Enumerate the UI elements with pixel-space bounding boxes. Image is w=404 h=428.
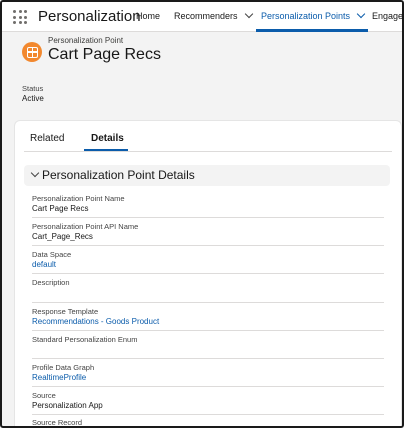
nav-item-personalization-points[interactable]: Personalization Points — [261, 9, 366, 21]
tab-details[interactable]: Details — [91, 133, 124, 144]
app-window: Personalization Home Recommenders Person… — [0, 0, 404, 428]
nav-item-home[interactable]: Home — [136, 11, 160, 21]
app-name: Personalization — [38, 8, 141, 25]
status-value: Active — [22, 94, 44, 103]
field-api-name: Personalization Point API Name Cart_Page… — [32, 222, 384, 246]
field-label: Data Space — [32, 250, 72, 259]
nav-item-recommenders[interactable]: Recommenders — [174, 9, 253, 21]
field-standard-personalization-enum: Standard Personalization Enum — [32, 335, 384, 359]
active-nav-indicator — [256, 29, 368, 32]
tabs-divider — [24, 151, 392, 152]
status-label: Status — [22, 84, 44, 93]
field-label: Personalization Point Name — [32, 194, 125, 203]
field-description: Description — [32, 278, 384, 303]
field-label: Personalization Point API Name — [32, 222, 139, 231]
field-label: Profile Data Graph — [32, 363, 95, 372]
personalization-point-icon — [22, 42, 42, 62]
field-divider — [32, 273, 384, 274]
record-title: Cart Page Recs — [48, 46, 161, 63]
field-profile-data-graph: Profile Data Graph RealtimeProfile — [32, 363, 384, 387]
field-response-template: Response Template Recommendations - Good… — [32, 307, 384, 331]
field-label: Standard Personalization Enum — [32, 335, 138, 344]
active-tab-indicator — [84, 149, 128, 151]
chevron-down-icon[interactable] — [30, 168, 40, 178]
field-divider — [32, 217, 384, 218]
field-label: Source — [32, 391, 56, 400]
tab-related[interactable]: Related — [30, 133, 64, 144]
field-divider — [32, 414, 384, 415]
field-value: Cart Page Recs — [32, 204, 89, 213]
nav-item-label: Personalization Points — [261, 11, 351, 21]
field-value — [32, 345, 384, 356]
record-object-type: Personalization Point — [48, 36, 124, 45]
nav-item-label: Recommenders — [174, 11, 238, 21]
nav-item-label: Home — [136, 11, 161, 21]
field-data-space: Data Space default — [32, 250, 384, 274]
field-divider — [32, 358, 384, 359]
field-divider — [32, 330, 384, 331]
field-source-record: Source Record — [32, 418, 384, 427]
field-label: Source Record — [32, 418, 83, 427]
field-divider — [32, 386, 384, 387]
field-label: Response Template — [32, 307, 99, 316]
field-label: Description — [32, 278, 70, 287]
top-navigation-bar: Personalization Home Recommenders Person… — [2, 2, 402, 32]
field-value: Cart_Page_Recs — [32, 232, 93, 241]
chevron-down-icon[interactable] — [356, 9, 366, 19]
app-launcher-icon[interactable] — [13, 10, 27, 24]
profile-data-graph-link[interactable]: RealtimeProfile — [32, 373, 384, 384]
data-space-link[interactable]: default — [32, 260, 384, 271]
section-title: Personalization Point Details — [42, 168, 195, 182]
field-personalization-point-name: Personalization Point Name Cart Page Rec… — [32, 194, 384, 218]
field-value — [32, 288, 384, 299]
field-value: Personalization App — [32, 401, 103, 410]
nav-item-engagement[interactable]: Engagen — [372, 11, 404, 21]
field-source: Source Personalization App — [32, 391, 384, 415]
field-divider — [32, 245, 384, 246]
nav-item-label: Engagen — [372, 11, 404, 21]
field-divider — [32, 302, 384, 303]
response-template-link[interactable]: Recommendations - Goods Product — [32, 317, 384, 328]
chevron-down-icon[interactable] — [244, 9, 253, 19]
